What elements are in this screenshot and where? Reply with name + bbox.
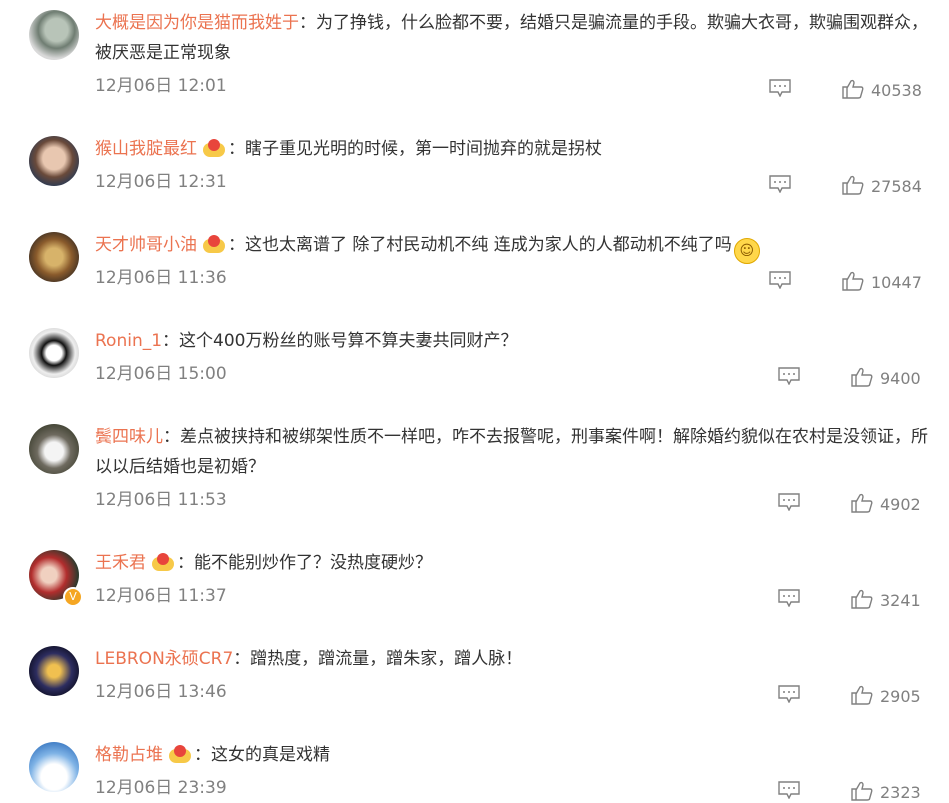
comment-text: ：这个400万粉丝的账号算不算夫妻共同财产？ (162, 331, 518, 351)
comment-body: 格勒占堆 ：这女的真是戏精 (95, 740, 935, 770)
username-link[interactable]: 鬓四味儿 (95, 427, 163, 447)
comment-icon[interactable] (769, 79, 791, 97)
thumbs-up-icon[interactable] (842, 271, 864, 291)
like-count: 3241 (880, 591, 921, 610)
thumbs-up-icon[interactable] (851, 685, 873, 705)
timestamp: 12月06日 15:00 (95, 364, 227, 384)
comment-icon[interactable] (778, 781, 800, 799)
like-count: 40538 (871, 81, 922, 100)
timestamp: 12月06日 23:39 (95, 778, 227, 798)
thumbs-up-icon[interactable] (842, 175, 864, 195)
comment-icon[interactable] (769, 271, 791, 289)
thumbs-up-icon[interactable] (851, 493, 873, 513)
timestamp: 12月06日 12:01 (95, 76, 227, 96)
timestamp: 12月06日 11:36 (95, 268, 227, 288)
avatar[interactable] (29, 10, 79, 60)
comment-icon[interactable] (769, 175, 791, 193)
comment-icon[interactable] (778, 493, 800, 511)
comment-body: 天才帅哥小油 ：这也太离谱了 除了村民动机不纯 连成为家人的人都动机不纯了吗 ☺ (95, 230, 935, 264)
username-link[interactable]: LEBRON永硕CR7 (95, 649, 233, 669)
avatar[interactable] (29, 328, 79, 378)
like-count: 2905 (880, 687, 921, 706)
username-link[interactable]: 天才帅哥小油 (95, 235, 197, 255)
thumbs-up-icon[interactable] (851, 589, 873, 609)
timestamp: 12月06日 11:53 (95, 490, 227, 510)
avatar[interactable] (29, 742, 79, 792)
username-link[interactable]: 猴山我腚最红 (95, 139, 197, 159)
comment-body: Ronin_1：这个400万粉丝的账号算不算夫妻共同财产？ (95, 326, 935, 356)
timestamp: 12月06日 12:31 (95, 172, 227, 192)
like-count: 27584 (871, 177, 922, 196)
avatar[interactable] (29, 232, 79, 282)
comment-text: ：能不能别炒作了？没热度硬炒？ (177, 553, 432, 573)
comment-text: ：这也太离谱了 除了村民动机不纯 连成为家人的人都动机不纯了吗 (228, 235, 732, 255)
like-count: 4902 (880, 495, 921, 514)
comment-icon[interactable] (778, 589, 800, 607)
vip-crown-icon (169, 745, 191, 763)
comment-list: 大概是因为你是猫而我姓于：为了挣钱，什么脸都不要，结婚只是骗流量的手段。欺骗大衣… (0, 0, 949, 802)
comment-text: ：瞎子重见光明的时候，第一时间抛弃的就是拐杖 (228, 139, 602, 159)
comment-body: 大概是因为你是猫而我姓于：为了挣钱，什么脸都不要，结婚只是骗流量的手段。欺骗大衣… (95, 8, 935, 68)
thumbs-up-icon[interactable] (851, 781, 873, 801)
vip-crown-icon (152, 553, 174, 571)
comment-icon[interactable] (778, 367, 800, 385)
comment-text: ：这女的真是戏精 (194, 745, 330, 765)
comment-text: ：蹭热度，蹭流量，蹭朱家，蹭人脉！ (233, 649, 523, 669)
like-count: 10447 (871, 273, 922, 292)
timestamp: 12月06日 13:46 (95, 682, 227, 702)
username-link[interactable]: 大概是因为你是猫而我姓于 (95, 13, 299, 33)
timestamp: 12月06日 11:37 (95, 586, 227, 606)
smile-emoji: ☺ (733, 238, 760, 264)
username-link[interactable]: 王禾君 (95, 553, 146, 573)
username-link[interactable]: 格勒占堆 (95, 745, 163, 765)
comment-body: 王禾君 ：能不能别炒作了？没热度硬炒？ (95, 548, 935, 578)
thumbs-up-icon[interactable] (851, 367, 873, 387)
avatar[interactable] (29, 136, 79, 186)
comment-icon[interactable] (778, 685, 800, 703)
comment-body: LEBRON永硕CR7：蹭热度，蹭流量，蹭朱家，蹭人脉！ (95, 644, 935, 674)
avatar[interactable] (29, 646, 79, 696)
like-count: 9400 (880, 369, 921, 388)
avatar[interactable] (29, 424, 79, 474)
comment-body: 猴山我腚最红 ：瞎子重见光明的时候，第一时间抛弃的就是拐杖 (95, 134, 935, 164)
username-link[interactable]: Ronin_1 (95, 331, 162, 351)
comment-body: 鬓四味儿：差点被挟持和被绑架性质不一样吧，咋不去报警呢，刑事案件啊！解除婚约貌似… (95, 422, 935, 482)
thumbs-up-icon[interactable] (842, 79, 864, 99)
vip-crown-icon (203, 235, 225, 253)
verified-v-icon: V (63, 587, 83, 607)
comment-text: ：差点被挟持和被绑架性质不一样吧，咋不去报警呢，刑事案件啊！解除婚约貌似在农村是… (95, 427, 928, 477)
vip-crown-icon (203, 139, 225, 157)
like-count: 2323 (880, 783, 921, 802)
